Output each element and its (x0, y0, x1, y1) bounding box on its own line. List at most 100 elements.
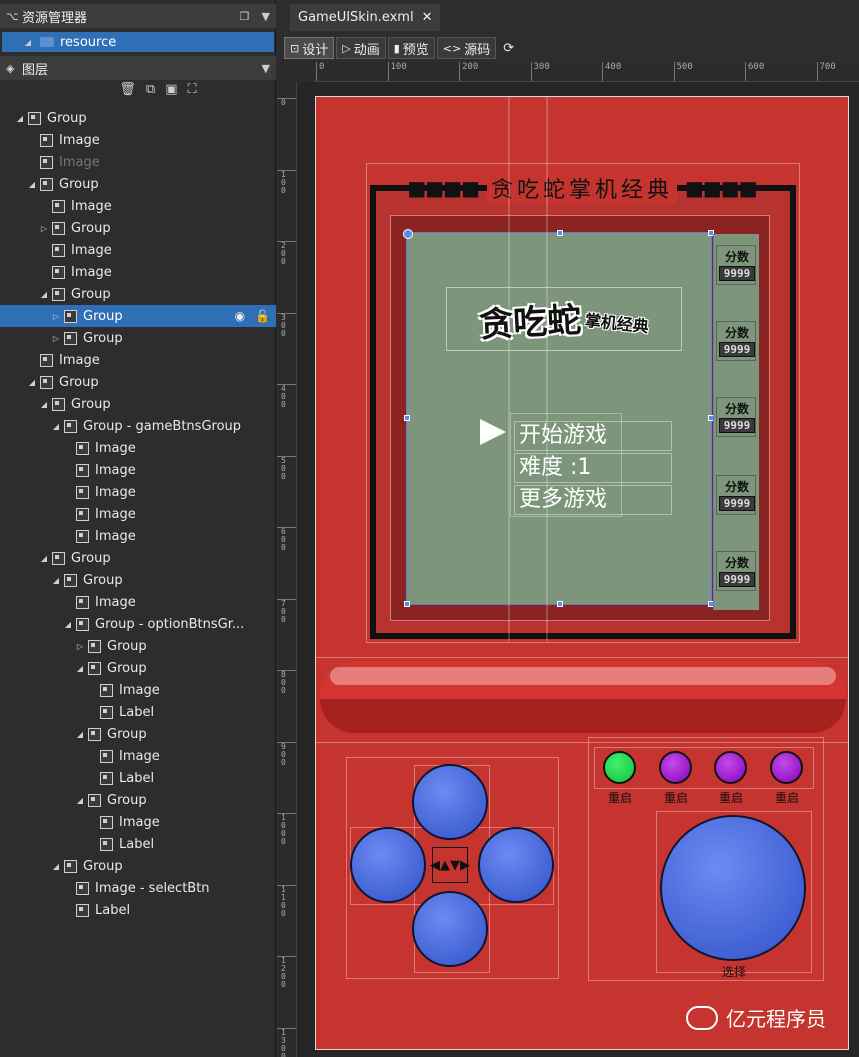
expand-arrow-icon[interactable]: ◢ (22, 38, 34, 47)
expand-arrow-icon[interactable]: ▷ (50, 334, 62, 343)
layer-node-icon (88, 793, 101, 807)
preview-button[interactable]: ▮ 预览 (387, 37, 435, 59)
collapse-arrow-icon[interactable]: ◢ (14, 114, 26, 123)
collapse-arrow-icon[interactable]: ◢ (38, 400, 50, 409)
layer-tree-item[interactable]: Image (0, 503, 276, 525)
option-button[interactable] (714, 751, 747, 784)
selection-handle[interactable] (404, 415, 410, 421)
layer-tree-item[interactable]: ▷ Group (0, 327, 276, 349)
layer-tree-item[interactable]: ◢ Group (0, 547, 276, 569)
lock-icon[interactable]: 🔓 (255, 309, 270, 323)
ungroup-icon[interactable]: ⛶ (188, 82, 197, 104)
dpad-right-button[interactable] (478, 827, 554, 903)
ruler-tick-label: 7 0 0 (277, 598, 296, 624)
layer-tree-item[interactable]: Image (0, 679, 276, 701)
selection-handle[interactable] (403, 229, 413, 239)
layer-tree-item[interactable]: ◢ Group (0, 855, 276, 877)
menu-more-games[interactable]: 更多游戏 (514, 485, 672, 515)
layer-tree-item[interactable]: ◢ Group (0, 173, 276, 195)
group-icon[interactable]: ▣ (165, 82, 177, 104)
resource-item[interactable]: ◢ resource (2, 32, 274, 52)
collapse-arrow-icon[interactable]: ◢ (38, 290, 50, 299)
expand-arrow-icon[interactable]: ▷ (38, 224, 50, 233)
collapse-arrow-icon[interactable]: ◢ (50, 576, 62, 585)
option-button[interactable] (659, 751, 692, 784)
layer-tree-item[interactable]: ▷ Group ◉ 🔓 (0, 305, 276, 327)
layer-tree-item[interactable]: Image (0, 459, 276, 481)
layer-tree-item[interactable]: ◢ Group (0, 107, 276, 129)
selection-handle[interactable] (404, 601, 410, 607)
tab-bar: GameUISkin.exml ✕ (277, 0, 859, 34)
collapse-arrow-icon[interactable]: ◢ (50, 862, 62, 871)
source-label: 源码 (464, 42, 491, 58)
layer-tree-label: Group (107, 726, 147, 742)
animation-button[interactable]: ▷ 动画 (336, 37, 386, 59)
layer-node-icon (52, 265, 65, 279)
design-button[interactable]: ⊡ 设计 (284, 37, 335, 59)
layer-tree-item[interactable]: Label (0, 767, 276, 789)
collapse-arrow-icon[interactable]: ◢ (74, 796, 86, 805)
close-icon[interactable]: ✕ (422, 10, 433, 25)
dpad-left-button[interactable] (350, 827, 426, 903)
restore-window-icon[interactable]: ❐ (240, 10, 250, 23)
preview-label: 预览 (402, 42, 429, 58)
layer-tree-item[interactable]: Image (0, 481, 276, 503)
source-button[interactable]: <> 源码 (436, 37, 497, 59)
layer-node-icon (64, 331, 77, 345)
layer-tree-item[interactable]: ▷ Group (0, 635, 276, 657)
select-button[interactable] (660, 815, 806, 961)
layer-tree-item[interactable]: Image (0, 745, 276, 767)
panel-menu-icon[interactable]: ▼ (262, 62, 270, 75)
collapse-arrow-icon[interactable]: ◢ (74, 664, 86, 673)
layer-tree-item[interactable]: Image (0, 151, 276, 173)
refresh-button[interactable]: ⟳ (498, 37, 519, 59)
layer-tree-item[interactable]: Image (0, 261, 276, 283)
layer-tree-item[interactable]: ◢ Group (0, 393, 276, 415)
option-button[interactable] (770, 751, 803, 784)
layer-tree-item[interactable]: ◢ Group (0, 569, 276, 591)
menu-difficulty[interactable]: 难度 :1 (514, 453, 672, 483)
layer-tree-item[interactable]: Image (0, 525, 276, 547)
layer-tree-item[interactable]: Image (0, 591, 276, 613)
layer-tree-item[interactable]: ◢ Group - optionBtnsGr... (0, 613, 276, 635)
option-label: 重启 (718, 791, 743, 805)
layer-tree-item[interactable]: Image (0, 811, 276, 833)
panel-menu-icon[interactable]: ▼ (262, 10, 270, 23)
collapse-arrow-icon[interactable]: ◢ (26, 180, 38, 189)
layer-tree-item[interactable]: Label (0, 701, 276, 723)
layer-tree-item[interactable]: ◢ Group (0, 723, 276, 745)
collapse-arrow-icon[interactable]: ◢ (26, 378, 38, 387)
collapse-arrow-icon[interactable]: ◢ (74, 730, 86, 739)
option-button[interactable] (603, 751, 636, 784)
collapse-arrow-icon[interactable]: ◢ (62, 620, 74, 629)
copy-icon[interactable]: ⧉ (146, 82, 155, 104)
layer-tree-item[interactable]: ◢ Group (0, 283, 276, 305)
layer-tree-item[interactable]: ▷ Group (0, 217, 276, 239)
dpad-down-button[interactable] (412, 891, 488, 967)
design-canvas[interactable]: ■■■■ 贪吃蛇掌机经典 ■■■■ 贪吃蛇 掌机经典 开始游戏 难度 :1 更多… (315, 96, 849, 1050)
dpad-up-button[interactable] (412, 764, 488, 840)
layer-tree-item[interactable]: Image - selectBtn (0, 877, 276, 899)
visibility-eye-icon[interactable]: ◉ (235, 309, 245, 323)
collapse-arrow-icon[interactable]: ◢ (38, 554, 50, 563)
delete-icon[interactable]: 🗑 (119, 82, 136, 104)
collapse-arrow-icon[interactable]: ◢ (50, 422, 62, 431)
layer-tree-item[interactable]: Image (0, 239, 276, 261)
selection-handle[interactable] (557, 230, 563, 236)
layer-tree-item[interactable]: Image (0, 195, 276, 217)
layer-tree-item[interactable]: Image (0, 129, 276, 151)
selection-handle[interactable] (557, 601, 563, 607)
layer-tree-item[interactable]: ◢ Group (0, 371, 276, 393)
expand-arrow-icon[interactable]: ▷ (74, 642, 86, 651)
expand-arrow-icon[interactable]: ▷ (50, 312, 62, 321)
menu-start-game[interactable]: 开始游戏 (514, 421, 672, 451)
layer-tree-item[interactable]: Label (0, 899, 276, 921)
layer-tree-item[interactable]: ◢ Group (0, 789, 276, 811)
ruler-tick-label: 500 (673, 62, 693, 81)
layer-tree-item[interactable]: Image (0, 349, 276, 371)
layer-tree-item[interactable]: ◢ Group (0, 657, 276, 679)
layer-tree-item[interactable]: Label (0, 833, 276, 855)
layer-tree-item[interactable]: Image (0, 437, 276, 459)
tab-gameuiskin[interactable]: GameUISkin.exml ✕ (290, 4, 441, 31)
layer-tree-item[interactable]: ◢ Group - gameBtnsGroup (0, 415, 276, 437)
